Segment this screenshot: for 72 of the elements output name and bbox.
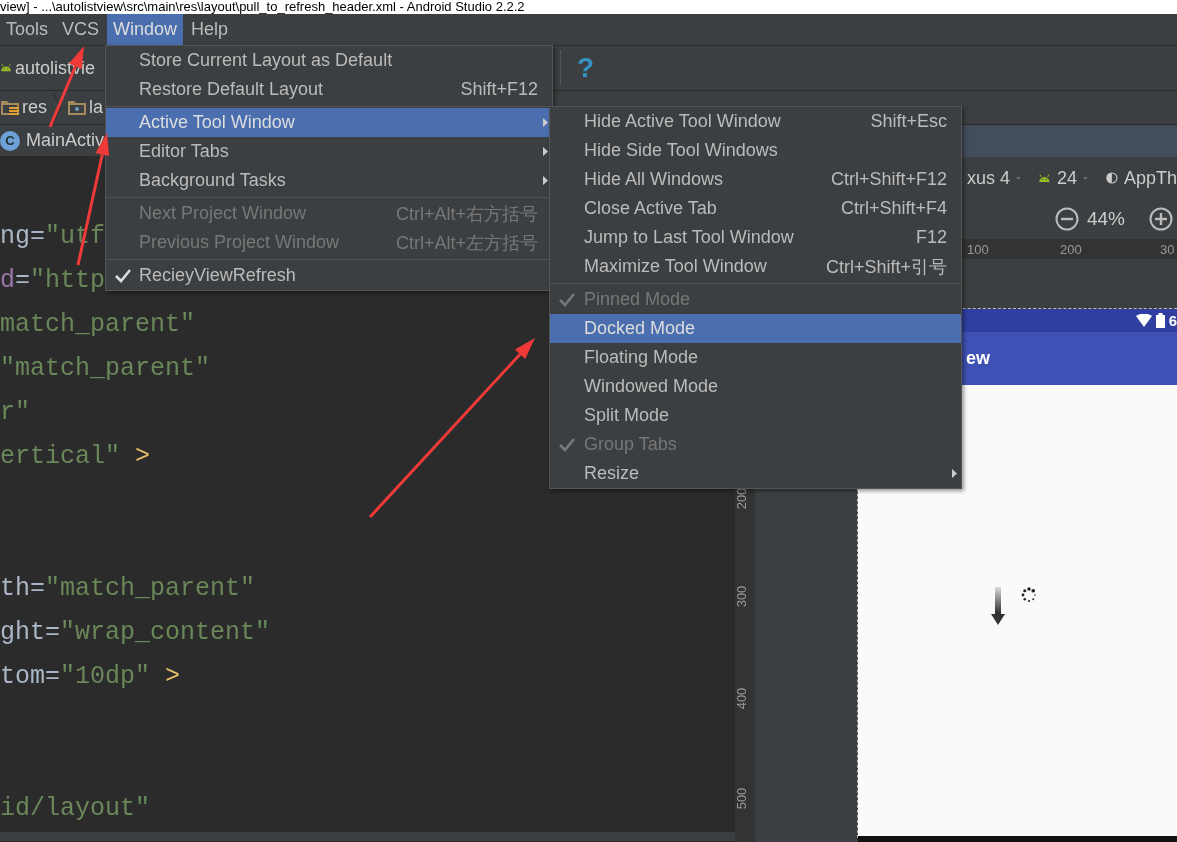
class-icon: C [0, 130, 20, 151]
zoom-in-icon[interactable] [1149, 207, 1173, 231]
code-line: match_parent" [0, 309, 196, 341]
app-title: ew [966, 348, 990, 369]
ruler-label: 30 [1160, 242, 1175, 257]
submenu-arrow-icon [951, 469, 957, 478]
folder-icon [67, 99, 87, 116]
status-time: 6 [1168, 312, 1177, 329]
wifi-icon [1135, 314, 1152, 327]
ruler-label: 500 [735, 787, 750, 810]
shortcut-text: F12 [915, 227, 947, 248]
menu-bar-item[interactable]: Help [185, 14, 235, 45]
ruler-label: 400 [735, 687, 750, 710]
shortcut-text: Ctrl+Alt+右方括号 [395, 202, 538, 226]
theme-selector[interactable]: AppTh [1123, 167, 1177, 189]
menu-item[interactable]: Hide All Windows Ctrl+Shift+F12 [550, 165, 961, 194]
menu-bar-item[interactable]: Tools [0, 14, 55, 45]
menu-item[interactable]: Store Current Layout as Default [106, 46, 552, 75]
menu-item[interactable]: Close Active Tab Ctrl+Shift+F4 [550, 194, 961, 223]
check-icon [559, 437, 575, 452]
submenu-arrow-icon [542, 147, 548, 156]
device-selector[interactable]: xus 4 [967, 167, 1011, 189]
loading-spinner-icon [1021, 587, 1037, 603]
code-line: "match_parent" [0, 353, 211, 385]
menu-item[interactable]: Jump to Last Tool Window F12 [550, 223, 961, 252]
check-icon [559, 292, 575, 307]
menu-item[interactable]: Background Tasks [106, 166, 552, 195]
submenu-arrow-icon [542, 118, 548, 127]
ruler-label: 200 [735, 487, 750, 510]
code-line: r" [0, 397, 30, 429]
menu-bar-item[interactable]: VCS [56, 14, 106, 45]
menu-item[interactable]: Windowed Mode [550, 372, 961, 401]
code-line: d="http [0, 265, 106, 297]
breadcrumb-item[interactable]: res [22, 97, 47, 118]
shortcut-text: Ctrl+Alt+左方括号 [395, 231, 538, 255]
submenu-arrow-icon [542, 176, 548, 185]
menu-item[interactable]: Active Tool Window [106, 108, 552, 137]
shortcut-text: Ctrl+Shift+引号 [825, 255, 947, 279]
menu-bar-item[interactable]: Window [107, 14, 184, 45]
menu-item[interactable]: Restore Default Layout Shift+F12 [106, 75, 552, 104]
dropdown-caret-icon [1083, 175, 1088, 181]
code-line: id/layout" [0, 793, 151, 825]
check-icon [114, 268, 131, 283]
dropdown-caret-icon [1016, 175, 1021, 181]
shortcut-text: Ctrl+Shift+F12 [830, 169, 947, 190]
battery-icon [1155, 313, 1165, 328]
api-level-selector[interactable]: 24 [1057, 167, 1077, 189]
menu-item[interactable]: Hide Active Tool Window Shift+Esc [550, 107, 961, 136]
zoom-level: 44% [1086, 208, 1125, 230]
menu-item[interactable]: Floating Mode [550, 343, 961, 372]
shortcut-text: Shift+Esc [870, 111, 947, 132]
shortcut-text: Ctrl+Shift+F4 [840, 198, 947, 219]
pull-arrow-icon [991, 587, 1005, 625]
ruler-label: 200 [1060, 242, 1082, 257]
breadcrumb-item[interactable]: la [89, 97, 104, 118]
menu-item[interactable]: Maximize Tool Window Ctrl+Shift+引号 [550, 252, 961, 281]
ruler-label: 300 [735, 585, 750, 608]
menu-item[interactable]: Docked Mode [550, 314, 961, 343]
code-line: th="match_parent" [0, 573, 256, 605]
window-title: view] - ...\autolistview\src\main\res\layout\pull_to_refresh_header.xml - Android Studio 2.2.2 [0, 0, 1177, 14]
menu-item[interactable]: Resize [550, 459, 961, 488]
zoom-out-icon[interactable] [1054, 207, 1079, 231]
ruler-label: 100 [967, 242, 989, 257]
shortcut-text: Shift+F12 [460, 79, 538, 100]
menu-item[interactable]: Hide Side Tool Windows [550, 136, 961, 165]
help-icon[interactable]: ? [577, 52, 595, 84]
menu-item[interactable]: Editor Tabs [106, 137, 552, 166]
code-line: tom="10dp" > [0, 661, 181, 693]
code-line: ght="wrap_content" [0, 617, 271, 649]
code-line: ertical" > [0, 441, 151, 473]
menu-item[interactable]: RecieyViewRefresh [106, 261, 552, 290]
menu-item[interactable]: Split Mode [550, 401, 961, 430]
